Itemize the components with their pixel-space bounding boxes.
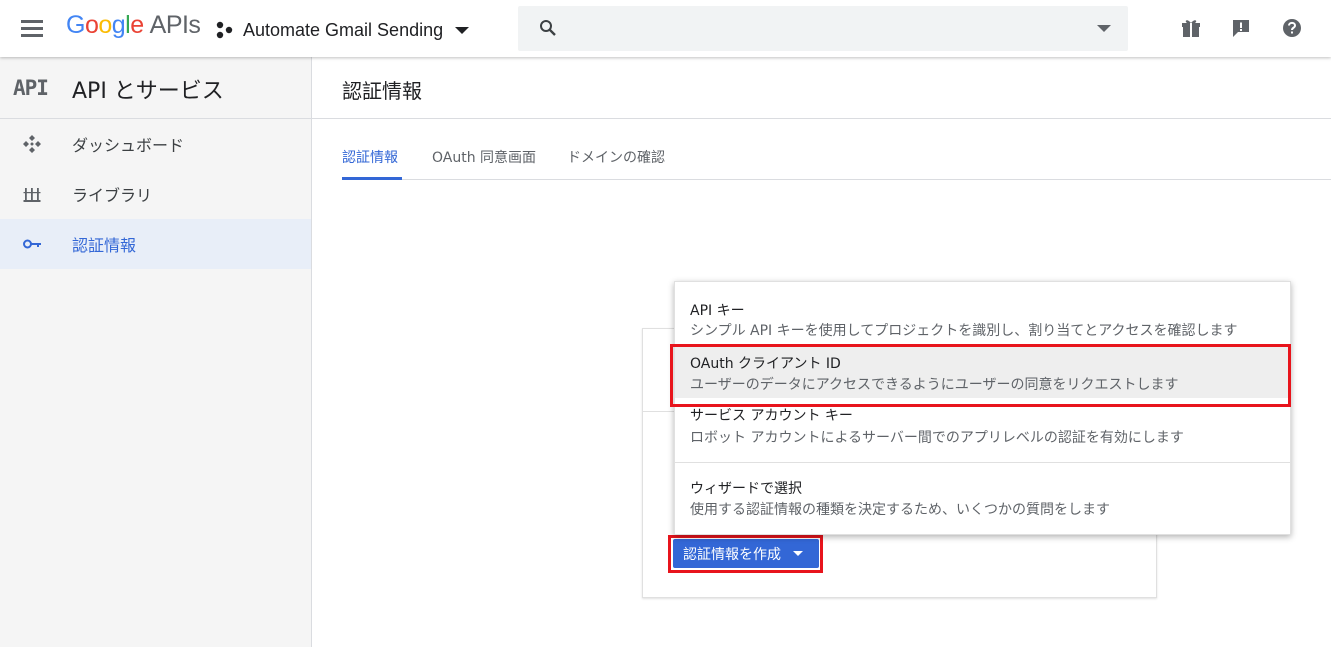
help-icon[interactable]: [1281, 17, 1303, 39]
sidebar-item-library[interactable]: ライブラリ: [0, 169, 311, 219]
sidebar-item-credentials[interactable]: 認証情報: [0, 219, 311, 269]
tab-oauth-consent[interactable]: OAuth 同意画面: [432, 147, 536, 180]
create-credentials-menu: API キー シンプル API キーを使用してプロジェクトを識別し、割り当てとア…: [674, 281, 1291, 535]
menu-item-service-account-key[interactable]: サービス アカウント キー ロボット アカウントによるサーバー間でのアプリレベル…: [675, 398, 1290, 462]
feedback-icon[interactable]: [1230, 17, 1252, 39]
sidebar-item-label: ライブラリ: [72, 186, 153, 205]
menu-item-title: API キー: [690, 303, 745, 319]
tab-domain-verification[interactable]: ドメインの確認: [567, 147, 665, 180]
menu-item-wizard[interactable]: ウィザードで選択 使用する認証情報の種類を決定するため、いくつかの質問をします: [675, 463, 1290, 535]
oauth-item-highlight: [670, 344, 1291, 407]
top-app-bar: Google APIs Automate Gmail Sending: [0, 0, 1331, 57]
chevron-down-icon: [455, 26, 470, 34]
sidebar-item-dashboard[interactable]: ダッシュボード: [0, 119, 311, 169]
logo-letter: e: [130, 11, 144, 39]
search-icon: [540, 20, 556, 36]
google-apis-logo[interactable]: Google APIs: [66, 11, 201, 40]
search-input[interactable]: [518, 6, 1128, 51]
tab-credentials[interactable]: 認証情報: [342, 147, 402, 180]
tab-bar: 認証情報 OAuth 同意画面 ドメインの確認: [342, 147, 1331, 180]
page-title: 認証情報: [342, 79, 422, 103]
menu-item-api-key[interactable]: API キー シンプル API キーを使用してプロジェクトを識別し、割り当てとア…: [675, 282, 1290, 346]
menu-item-title: サービス アカウント キー: [690, 408, 853, 424]
project-dots-icon: [216, 21, 233, 39]
menu-item-description: ロボット アカウントによるサーバー間でのアプリレベルの認証を有効にします: [690, 430, 1184, 446]
sidebar-title: API とサービス: [72, 79, 224, 104]
create-button-highlight: [668, 535, 823, 573]
menu-item-description: 使用する認証情報の種類を決定するため、いくつかの質問をします: [690, 502, 1110, 518]
api-icon: API: [13, 76, 49, 100]
logo-letter: g: [111, 11, 126, 39]
project-selector[interactable]: Automate Gmail Sending: [215, 17, 470, 43]
menu-item-title: ウィザードで選択: [690, 481, 802, 497]
gift-icon[interactable]: [1180, 17, 1202, 39]
menu-item-description: シンプル API キーを使用してプロジェクトを識別し、割り当てとアクセスを確認し…: [690, 323, 1238, 339]
dashboard-icon: [23, 135, 41, 153]
sidebar: API API とサービス ダッシュボード ライブラリ 認証情報: [0, 57, 312, 647]
logo-letter: o: [84, 11, 99, 39]
logo-letter: o: [98, 11, 112, 39]
library-icon: [23, 188, 41, 202]
logo-apis-text: APIs: [149, 11, 201, 39]
hamburger-menu-icon[interactable]: [19, 17, 45, 39]
key-icon: [23, 239, 41, 249]
sidebar-header: API API とサービス: [0, 57, 311, 119]
project-name: Automate Gmail Sending: [243, 19, 444, 40]
main-header: 認証情報: [312, 57, 1331, 119]
sidebar-item-label: 認証情報: [72, 236, 137, 255]
sidebar-item-label: ダッシュボード: [72, 136, 185, 155]
search-dropdown-icon[interactable]: [1097, 25, 1111, 32]
logo-letter: G: [66, 11, 85, 39]
